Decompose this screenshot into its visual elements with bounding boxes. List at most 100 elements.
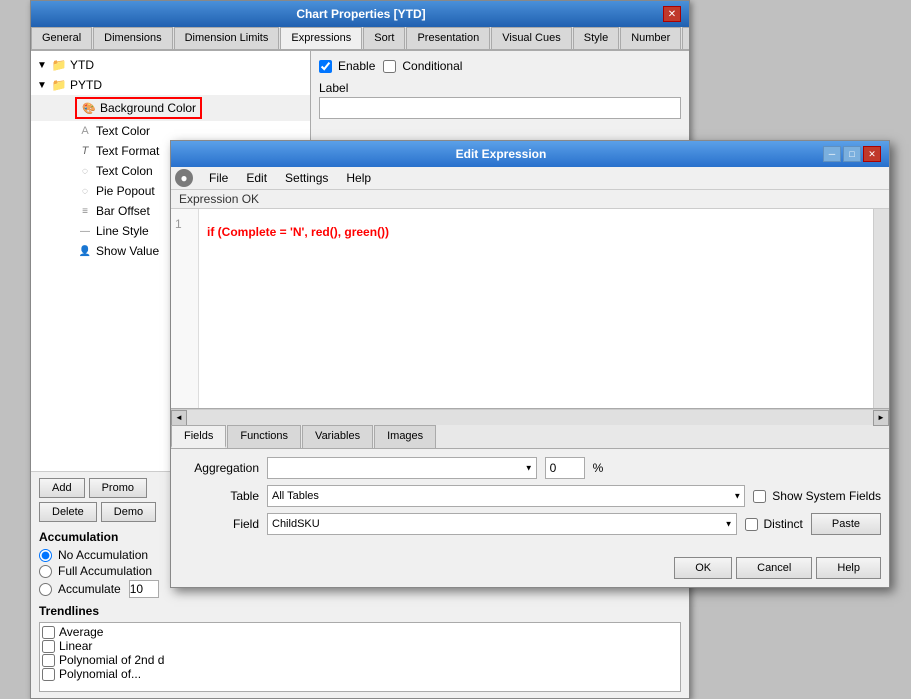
linear-checkbox[interactable] (42, 640, 55, 653)
edit-expression-icon: ● (175, 169, 193, 187)
label-input-field[interactable] (319, 97, 681, 119)
expression-status-text: Expression OK (179, 192, 259, 206)
tab-images[interactable]: Images (374, 425, 436, 448)
field-select[interactable]: ChildSKU (267, 513, 737, 535)
tab-variables[interactable]: Variables (302, 425, 373, 448)
show-system-fields-checkbox[interactable] (753, 490, 766, 503)
trend-item-polynomial: Polynomial of... (42, 667, 678, 681)
chart-title-text: Chart Properties [YTD] (59, 7, 663, 21)
title-right-buttons: ─ □ ✕ (823, 146, 881, 162)
label-field-row: Label (319, 81, 681, 119)
tab-expressions[interactable]: Expressions (280, 27, 362, 51)
scroll-right-button[interactable]: ► (873, 410, 889, 426)
accumulate-label: Accumulate (58, 582, 121, 596)
menu-edit[interactable]: Edit (238, 169, 275, 187)
chart-tab-bar: General Dimensions Dimension Limits Expr… (31, 27, 689, 51)
edit-menubar: ● File Edit Settings Help (171, 167, 889, 190)
text-format-icon: T (77, 143, 93, 159)
no-accumulation-radio[interactable] (39, 549, 52, 562)
pytd-folder-icon: 📁 (51, 77, 67, 93)
tab-presentation[interactable]: Presentation (406, 27, 490, 49)
ok-button[interactable]: OK (674, 557, 732, 579)
distinct-text: Distinct (764, 517, 803, 531)
trend-item-polynomial-2nd: Polynomial of 2nd d (42, 653, 678, 667)
paste-button[interactable]: Paste (811, 513, 881, 535)
no-accumulation-label: No Accumulation (58, 548, 148, 562)
tab-visual-cues[interactable]: Visual Cues (491, 27, 572, 49)
show-value-label: Show Value (96, 244, 159, 258)
tab-fields[interactable]: Fields (171, 425, 226, 448)
trend-item-average: Average (42, 625, 678, 639)
line-style-icon: — (77, 223, 93, 239)
tab-sort[interactable]: Sort (363, 27, 405, 49)
polynomial-checkbox[interactable] (42, 668, 55, 681)
aggregation-row: Aggregation % (179, 457, 881, 479)
tree-item-ytd[interactable]: ▼ 📁 YTD (31, 55, 310, 75)
expression-vertical-scrollbar[interactable] (873, 209, 889, 408)
pie-popout-icon: ◌ (77, 183, 93, 199)
tab-functions[interactable]: Functions (227, 425, 301, 448)
delete-button[interactable]: Delete (39, 502, 97, 522)
expression-text-display[interactable]: if (Complete = 'N', red(), green()) (199, 209, 873, 408)
cancel-button[interactable]: Cancel (736, 557, 812, 579)
tree-item-pytd[interactable]: ▼ 📁 PYTD (31, 75, 310, 95)
menu-file[interactable]: File (201, 169, 236, 187)
tab-general[interactable]: General (31, 27, 92, 49)
edit-bottom-buttons: OK Cancel Help (171, 549, 889, 587)
full-accumulation-radio[interactable] (39, 565, 52, 578)
field-row: Field ChildSKU Distinct Paste (179, 513, 881, 535)
background-color-selected-box: 🎨 Background Color (75, 97, 202, 119)
trendlines-section-label: Trendlines (39, 604, 681, 618)
scroll-left-button[interactable]: ◄ (171, 410, 187, 426)
pytd-label: PYTD (70, 78, 102, 92)
full-accumulation-label: Full Accumulation (58, 564, 152, 578)
tab-font[interactable]: Font (682, 27, 689, 49)
promo-button[interactable]: Promo (89, 478, 147, 498)
accumulate-value-input[interactable] (129, 580, 159, 598)
text-format-label: Text Format (96, 144, 159, 158)
polynomial-2nd-checkbox[interactable] (42, 654, 55, 667)
distinct-label: Distinct (745, 517, 803, 531)
tab-style[interactable]: Style (573, 27, 619, 49)
tree-item-text-color[interactable]: A Text Color (31, 121, 310, 141)
scroll-track[interactable] (187, 410, 873, 425)
ytd-label: YTD (70, 58, 94, 72)
add-button[interactable]: Add (39, 478, 85, 498)
conditional-checkbox[interactable] (383, 60, 396, 73)
average-label: Average (59, 625, 103, 639)
distinct-checkbox[interactable] (745, 518, 758, 531)
trend-item-linear: Linear (42, 639, 678, 653)
ytd-expand-icon[interactable]: ▼ (35, 58, 49, 72)
text-colon-icon: ◌ (77, 163, 93, 179)
bg-color-expand (59, 101, 73, 115)
aggregation-pct-input[interactable] (545, 457, 585, 479)
accumulate-radio[interactable] (39, 583, 52, 596)
demo-button[interactable]: Demo (101, 502, 156, 522)
expression-horizontal-scrollbar[interactable]: ◄ ► (171, 409, 889, 425)
tree-item-background-color[interactable]: 🎨 Background Color (31, 95, 310, 121)
help-button[interactable]: Help (816, 557, 881, 579)
aggregation-select[interactable] (267, 457, 537, 479)
aggregation-select-wrapper (267, 457, 537, 479)
pct-symbol: % (593, 461, 604, 475)
enable-checkbox[interactable] (319, 60, 332, 73)
maximize-button[interactable]: □ (843, 146, 861, 162)
pytd-expand-icon[interactable]: ▼ (35, 78, 49, 92)
edit-close-button[interactable]: ✕ (863, 146, 881, 162)
tab-dimensions[interactable]: Dimensions (93, 27, 172, 49)
menu-settings[interactable]: Settings (277, 169, 336, 187)
enable-label: Enable (338, 59, 375, 73)
circle-icon: ● (180, 171, 187, 185)
conditional-checkbox-label[interactable]: Conditional (383, 59, 462, 73)
table-select[interactable]: All Tables (267, 485, 745, 507)
ytd-folder-icon: 📁 (51, 57, 67, 73)
chart-close-button[interactable]: ✕ (663, 6, 681, 22)
show-value-icon: 👤 (77, 243, 93, 259)
minimize-button[interactable]: ─ (823, 146, 841, 162)
tab-number[interactable]: Number (620, 27, 681, 49)
menu-help[interactable]: Help (338, 169, 379, 187)
tab-dimension-limits[interactable]: Dimension Limits (174, 27, 280, 49)
table-select-wrapper: All Tables (267, 485, 745, 507)
enable-checkbox-label[interactable]: Enable (319, 59, 375, 73)
average-checkbox[interactable] (42, 626, 55, 639)
